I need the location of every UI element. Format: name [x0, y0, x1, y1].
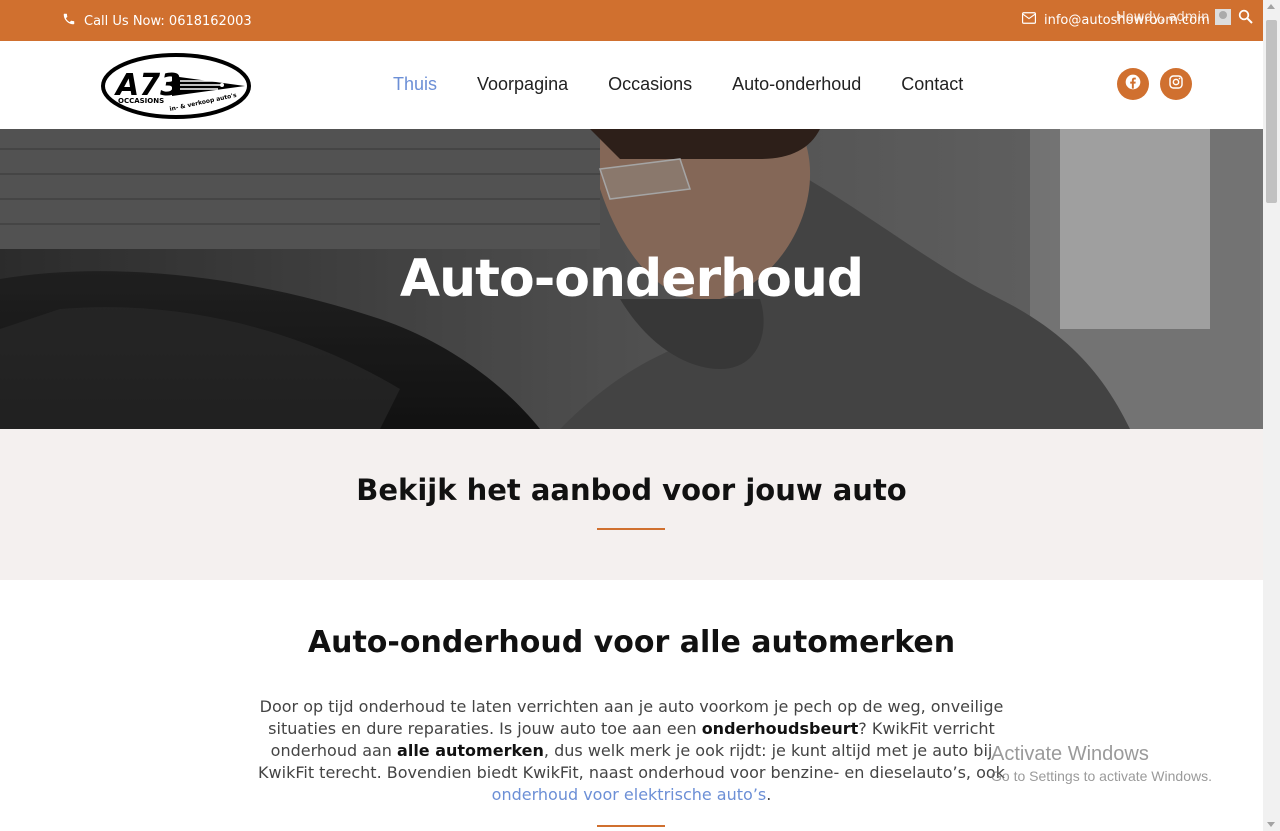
- watermark-subtitle: Go to Settings to activate Windows.: [991, 768, 1212, 784]
- main-nav: Thuis Voorpagina Occasions Auto-onderhou…: [393, 74, 1003, 95]
- electric-maintenance-link[interactable]: onderhoud voor elektrische auto’s: [492, 785, 767, 804]
- site-header: A73 OCCASIONS in- & verkoop auto's Thuis…: [0, 41, 1263, 129]
- facebook-button[interactable]: [1117, 68, 1149, 100]
- facebook-icon: [1125, 74, 1141, 94]
- scroll-down-arrow-icon[interactable]: [1267, 822, 1275, 827]
- scroll-up-arrow-icon[interactable]: [1267, 4, 1275, 9]
- nav-item-thuis[interactable]: Thuis: [393, 74, 437, 95]
- nav-item-occasions[interactable]: Occasions: [608, 74, 692, 95]
- nav-item-auto-onderhoud[interactable]: Auto-onderhoud: [732, 74, 861, 95]
- watermark-title: Activate Windows: [991, 743, 1149, 765]
- offer-heading: Bekijk het aanbod voor jouw auto: [356, 473, 907, 507]
- admin-search-button[interactable]: [1238, 9, 1254, 29]
- bold-keyword: onderhoudsbeurt: [701, 719, 859, 738]
- howdy-text: Howdy, admin: [1116, 9, 1210, 25]
- scrollbar-thumb[interactable]: [1266, 20, 1277, 203]
- top-bar: Call Us Now: 0618162003 info@autoshowroo…: [0, 0, 1263, 41]
- windows-activation-watermark: Activate Windows Go to Settings to activ…: [991, 743, 1212, 784]
- avatar: [1215, 9, 1232, 25]
- instagram-icon: [1168, 74, 1184, 94]
- search-icon: [1238, 9, 1254, 29]
- site-logo[interactable]: A73 OCCASIONS in- & verkoop auto's: [100, 51, 252, 125]
- heading-divider: [597, 528, 665, 530]
- content-divider: [597, 825, 665, 827]
- page-scrollbar[interactable]: [1263, 0, 1280, 831]
- nav-item-voorpagina[interactable]: Voorpagina: [477, 74, 568, 95]
- paragraph-text: .: [766, 785, 772, 804]
- instagram-button[interactable]: [1160, 68, 1192, 100]
- logo-sub-text: OCCASIONS: [118, 97, 164, 105]
- hero-title: Auto-onderhoud: [399, 249, 864, 309]
- phone-link[interactable]: Call Us Now: 0618162003: [62, 12, 252, 30]
- hero-banner: Auto-onderhoud: [0, 129, 1263, 429]
- phone-text: Call Us Now: 0618162003: [84, 13, 252, 29]
- content-heading: Auto-onderhoud voor alle automerken: [307, 625, 956, 660]
- envelope-icon: [1022, 12, 1036, 28]
- nav-item-contact[interactable]: Contact: [901, 74, 963, 95]
- content-paragraph: Door op tijd onderhoud te laten verricht…: [250, 696, 1013, 806]
- page: Call Us Now: 0618162003 info@autoshowroo…: [0, 0, 1263, 831]
- offer-section: Bekijk het aanbod voor jouw auto: [0, 429, 1263, 580]
- phone-icon: [62, 12, 76, 30]
- bold-keyword: alle automerken: [397, 741, 544, 760]
- admin-account-menu[interactable]: Howdy, admin: [1116, 9, 1232, 25]
